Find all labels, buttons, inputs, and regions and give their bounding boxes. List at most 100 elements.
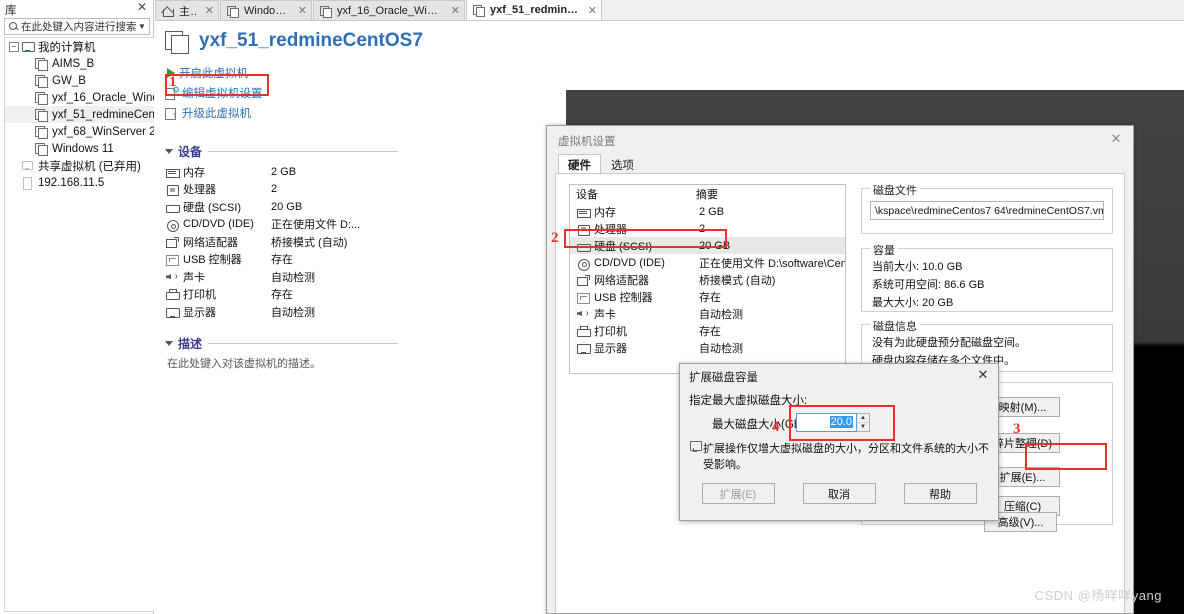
device-name: CD/DVD (IDE) (183, 218, 271, 230)
tab-1[interactable]: 主页✕ (155, 0, 219, 20)
shared-vm-icon (21, 160, 35, 172)
table-header-row: 设备 摘要 (570, 185, 845, 203)
close-icon[interactable]: ✕ (588, 4, 597, 17)
tab-4[interactable]: yxf_51_redmineCentOS7 ✕ (466, 0, 602, 20)
monitor-icon (21, 41, 35, 53)
table-row[interactable]: USB 控制器存在 (570, 288, 845, 305)
close-icon[interactable]: ✕ (451, 4, 460, 17)
library-tree-item[interactable]: AIMS_B (5, 55, 154, 72)
close-icon[interactable]: ✕ (974, 367, 992, 383)
description-placeholder[interactable]: 在此处键入对该虚拟机的描述。 (167, 355, 398, 371)
device-summary-row[interactable]: 硬盘 (SCSI)20 GB (165, 198, 398, 216)
library-tree-item[interactable]: yxf_16_Oracle_Window (5, 89, 154, 106)
table-row[interactable]: 内存2 GB (570, 203, 845, 220)
capacity-group: 容量 当前大小: 10.0 GB 系统可用空间: 86.6 GB 最大大小: 2… (861, 248, 1113, 312)
summary-cell: 桥接模式 (自动) (699, 272, 845, 288)
upgrade-icon (165, 107, 179, 120)
library-tree-item[interactable]: GW_B (5, 72, 154, 89)
device-cell: 声卡 (594, 306, 699, 322)
search-input[interactable]: 在此处键入内容进行搜索 (20, 19, 137, 34)
cancel-button[interactable]: 取消 (803, 483, 876, 504)
vm-icon (35, 58, 49, 70)
server-icon (21, 177, 35, 189)
library-tree-item-label: AIMS_B (52, 58, 94, 70)
library-tree-item[interactable]: yxf_51_redmineCentO (5, 106, 154, 123)
vm-icon (165, 29, 191, 53)
library-search-box[interactable]: 在此处键入内容进行搜索 ▼ (4, 18, 150, 35)
collapse-toggle-icon[interactable]: − (9, 42, 19, 52)
vm-settings-title: 虚拟机设置 (558, 136, 616, 148)
tree-spacer (23, 144, 33, 154)
library-tree-item-label: yxf_68_WinServer 201 (52, 126, 154, 138)
library-tree-item[interactable]: 共享虚拟机 (已弃用) (5, 157, 154, 174)
device-summary-row[interactable]: 网络适配器桥接模式 (自动) (165, 233, 398, 251)
library-tree-item[interactable]: 192.168.11.5 (5, 174, 154, 191)
display-icon (165, 306, 180, 318)
close-icon[interactable]: ✕ (136, 2, 148, 14)
device-summary-row[interactable]: CD/DVD (IDE)正在使用文件 D:... (165, 216, 398, 234)
close-icon[interactable]: ✕ (1107, 131, 1125, 147)
annotation-number-1: 1 (169, 74, 177, 91)
tab-label: yxf_51_redmineCentOS7 (490, 4, 581, 16)
printer-icon (576, 325, 591, 337)
table-row[interactable]: 网络适配器桥接模式 (自动) (570, 271, 845, 288)
vm-icon (35, 126, 49, 138)
expand-dialog-note-text: 扩展操作仅增大虚拟磁盘的大小，分区和文件系统的大小不受影响。 (703, 440, 992, 472)
annotation-box-1 (165, 74, 269, 96)
device-value: 20 GB (271, 201, 398, 213)
collapse-triangle-icon[interactable] (165, 149, 173, 154)
annotation-box-4 (789, 405, 895, 441)
device-summary-row[interactable]: 打印机存在 (165, 286, 398, 304)
device-summary-row[interactable]: USB 控制器存在 (165, 251, 398, 269)
capacity-current-size: 当前大小: 10.0 GB (872, 258, 1112, 274)
table-row[interactable]: 声卡自动检测 (570, 305, 845, 322)
library-tree-item[interactable]: −我的计算机 (5, 38, 154, 55)
summary-cell: 2 GB (699, 206, 845, 218)
library-tree: −我的计算机AIMS_BGW_Byxf_16_Oracle_Windowyxf_… (4, 37, 154, 612)
table-row[interactable]: 显示器自动检测 (570, 339, 845, 356)
expand-disk-dialog: 扩展磁盘容量 ✕ 指定最大虚拟磁盘大小: 最大磁盘大小(GB)(S): 20.0… (679, 363, 999, 521)
capacity-max-size: 最大大小: 20 GB (872, 294, 1112, 310)
library-tree-item[interactable]: yxf_68_WinServer 201 (5, 123, 154, 140)
device-summary-row[interactable]: 内存2 GB (165, 163, 398, 181)
disk-file-path-field[interactable]: \kspace\redmineCentos7 64\redmineCentOS7… (870, 201, 1104, 220)
vm-title-text: yxf_51_redmineCentOS7 (199, 30, 423, 52)
vm-icon (35, 109, 49, 121)
tab-3[interactable]: yxf_16_Oracle_Windows Ser... ✕ (313, 0, 465, 20)
summary-cell: 存在 (699, 289, 845, 305)
cddvd-icon (576, 257, 591, 269)
collapse-triangle-icon[interactable] (165, 341, 173, 346)
annotation-number-3: 3 (1013, 421, 1021, 438)
devices-section-header[interactable]: 设备 (165, 143, 398, 160)
summary-cell: 正在使用文件 D:\software\Cen... (699, 255, 845, 271)
page-title: yxf_51_redmineCentOS7 (165, 29, 423, 53)
expand-dialog-note: 扩展操作仅增大虚拟磁盘的大小，分区和文件系统的大小不受影响。 (690, 440, 992, 472)
device-name: 网络适配器 (183, 234, 271, 250)
device-summary-row[interactable]: 处理器2 (165, 181, 398, 199)
table-row[interactable]: 打印机存在 (570, 322, 845, 339)
expand-confirm-button[interactable]: 扩展(E) (702, 483, 775, 504)
cpu-icon (165, 183, 180, 195)
device-cell: 打印机 (594, 323, 699, 339)
summary-cell: 存在 (699, 323, 845, 339)
device-value: 2 GB (271, 166, 398, 178)
device-name: 处理器 (183, 181, 271, 197)
device-cell: 网络适配器 (594, 272, 699, 288)
capacity-free-space: 系统可用空间: 86.6 GB (872, 276, 1112, 292)
device-summary-row[interactable]: 声卡自动检测 (165, 268, 398, 286)
chevron-down-icon[interactable]: ▼ (137, 22, 147, 31)
tab-2[interactable]: Windows 11✕ (220, 0, 312, 20)
tab-label: yxf_16_Oracle_Windows Ser... (337, 5, 444, 17)
table-row[interactable]: CD/DVD (IDE)正在使用文件 D:\software\Cen... (570, 254, 845, 271)
annotation-number-4: 4 (772, 419, 780, 436)
info-icon (690, 441, 703, 451)
vm-settings-titlebar: 虚拟机设置 ✕ (547, 126, 1133, 152)
help-button[interactable]: 帮助 (904, 483, 977, 504)
library-tree-item[interactable]: Windows 11 (5, 140, 154, 157)
close-icon[interactable]: ✕ (298, 4, 307, 17)
device-summary-row[interactable]: 显示器自动检测 (165, 303, 398, 321)
hardware-device-table[interactable]: 设备 摘要 内存2 GB处理器2硬盘 (SCSI)20 GBCD/DVD (ID… (569, 184, 846, 374)
close-icon[interactable]: ✕ (205, 4, 214, 17)
description-section-header[interactable]: 描述 (165, 335, 398, 352)
upgrade-vm-link[interactable]: 升级此虚拟机 (165, 105, 398, 121)
